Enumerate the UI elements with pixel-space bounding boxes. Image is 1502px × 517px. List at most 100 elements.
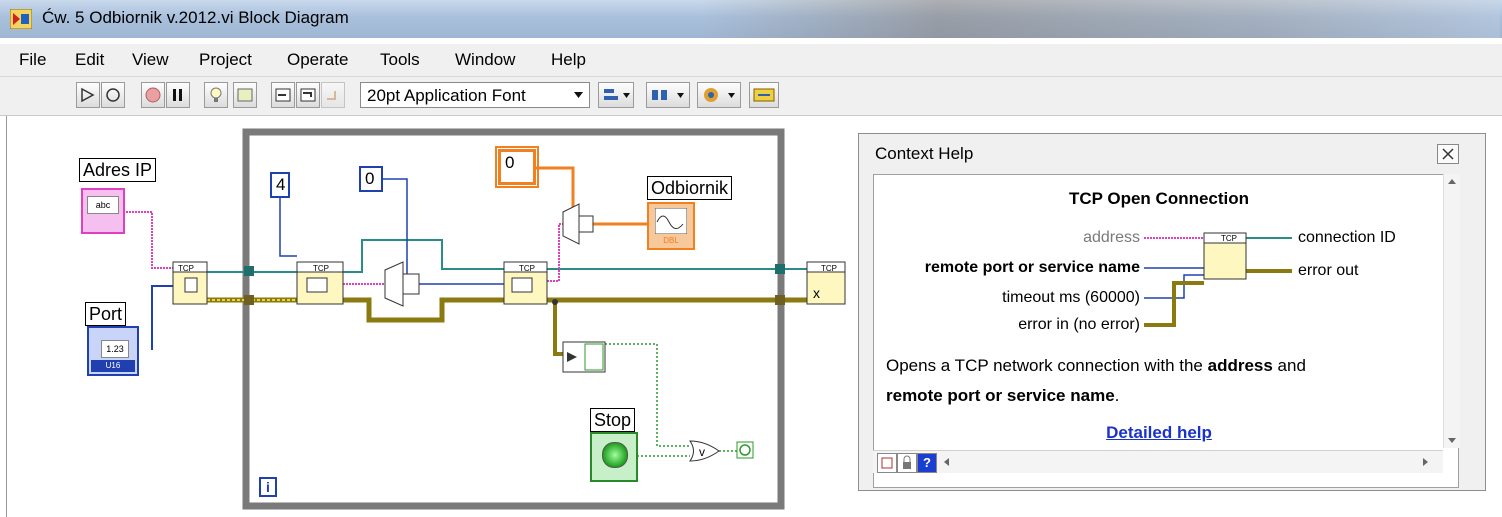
reorder-icon	[704, 88, 735, 102]
abort-button[interactable]	[141, 82, 165, 108]
run-button[interactable]	[76, 82, 100, 108]
step-out-button[interactable]	[321, 82, 345, 108]
close-button[interactable]	[1437, 144, 1459, 164]
context-help-title: Context Help	[875, 144, 974, 163]
scroll-right-icon[interactable]	[1421, 455, 1431, 469]
lock-icon	[903, 455, 911, 469]
close-icon	[1442, 148, 1454, 160]
run-arrow-icon	[81, 87, 95, 103]
title-bar: Ćw. 5 Odbiornik v.2012.vi Block Diagram	[0, 0, 1502, 38]
connection-id-wire-2	[343, 239, 504, 273]
tcp-open-connection-node[interactable]: TCP	[172, 261, 208, 305]
distribute-objects-icon	[652, 90, 684, 100]
menu-file[interactable]: File	[19, 50, 46, 70]
distribute-objects-button[interactable]	[646, 82, 690, 108]
or-gate[interactable]: v	[689, 440, 720, 462]
type-cast-node-2[interactable]	[562, 203, 594, 245]
stop-label: Stop	[590, 408, 636, 432]
menu-window[interactable]: Window	[455, 50, 515, 70]
context-help-window: Context Help TCP Open Connection TCP add…	[858, 133, 1486, 491]
step-into-icon	[275, 88, 291, 102]
step-over-button[interactable]	[296, 82, 320, 108]
loop-condition-terminal[interactable]	[736, 441, 754, 459]
run-continuously-icon	[106, 88, 120, 102]
clean-up-icon	[753, 88, 775, 102]
svg-text:TCP: TCP	[178, 264, 194, 273]
hide-optional-terminals-button[interactable]	[877, 453, 897, 473]
numeric-type-icon: 1.23	[101, 340, 129, 358]
clean-up-diagram-button[interactable]	[749, 82, 779, 108]
error-tunnel-left[interactable]	[244, 295, 254, 305]
svg-text:x: x	[813, 285, 820, 301]
light-bulb-icon	[210, 87, 222, 102]
unbundle-error-status-node[interactable]	[562, 341, 606, 373]
adres-ip-label: Adres IP	[79, 158, 157, 182]
font-selector[interactable]: 20pt Application Font	[360, 82, 590, 108]
odbiornik-waveform-chart-indicator[interactable]: DBL	[647, 202, 695, 250]
term-error-out: error out	[1298, 262, 1359, 279]
string-type-icon: abc	[87, 196, 119, 214]
adres-ip-string-control[interactable]: abc	[81, 188, 125, 234]
conn-id-tunnel-right[interactable]	[775, 264, 785, 274]
step-over-icon	[300, 88, 316, 102]
context-help-footer: ?	[873, 450, 1443, 473]
scroll-arrows-icon	[1448, 179, 1456, 443]
error-wire-junction	[552, 299, 558, 305]
retain-values-icon	[237, 88, 253, 102]
data-out-wire	[547, 223, 563, 282]
waveform-chart-icon	[655, 208, 687, 234]
menu-help[interactable]: Help	[551, 50, 586, 70]
port-representation: U16	[91, 360, 135, 372]
type-cast-node[interactable]	[384, 261, 420, 307]
step-into-button[interactable]	[271, 82, 295, 108]
error-wire-branch	[553, 300, 563, 356]
constant-0-timeout[interactable]: 0	[359, 166, 383, 192]
labview-block-diagram-icon	[10, 9, 32, 29]
detailed-help-link[interactable]: Detailed help	[874, 423, 1444, 443]
bytes-to-read-wire	[279, 196, 297, 257]
tcp-write-node[interactable]: TCP	[296, 261, 344, 305]
constant-4[interactable]: 4	[270, 172, 290, 198]
toolbar: 20pt Application Font	[0, 77, 1502, 116]
address-wire	[123, 211, 175, 269]
error-wire-2	[343, 297, 504, 323]
menu-project[interactable]: Project	[199, 50, 252, 70]
vertical-scrollbar[interactable]	[1443, 174, 1460, 448]
svg-text:TCP: TCP	[313, 264, 329, 273]
odbiornik-label: Odbiornik	[647, 176, 733, 200]
menu-operate[interactable]: Operate	[287, 50, 348, 70]
highlight-execution-button[interactable]	[204, 82, 228, 108]
help-button[interactable]: ?	[917, 453, 937, 473]
constant-0-orange[interactable]: 0	[495, 146, 539, 188]
menu-tools[interactable]: Tools	[380, 50, 420, 70]
menu-edit[interactable]: Edit	[75, 50, 104, 70]
align-objects-icon	[604, 89, 630, 100]
window-title: Ćw. 5 Odbiornik v.2012.vi Block Diagram	[42, 8, 349, 27]
term-timeout: timeout ms (60000)	[1002, 289, 1140, 306]
svg-text:v: v	[699, 445, 705, 459]
align-objects-button[interactable]	[598, 82, 634, 108]
tcp-close-connection-node[interactable]: TCP x	[806, 261, 846, 305]
term-error-in: error in (no error)	[1018, 316, 1140, 333]
scroll-left-icon[interactable]	[941, 455, 951, 469]
pause-icon	[173, 89, 182, 101]
error-tunnel-right[interactable]	[775, 295, 785, 305]
context-help-content: TCP Open Connection TCP address remote p…	[873, 174, 1459, 488]
terminals-icon	[881, 457, 893, 469]
port-numeric-control[interactable]: 1.23 U16	[87, 326, 139, 376]
tcp-read-node[interactable]: TCP	[503, 261, 548, 305]
retain-wire-values-button[interactable]	[233, 82, 257, 108]
svg-text:TCP: TCP	[821, 264, 837, 273]
run-continuously-button[interactable]	[101, 82, 125, 108]
conn-id-tunnel-left[interactable]	[244, 266, 254, 276]
font-selector-value: 20pt Application Font	[367, 86, 526, 105]
lock-button[interactable]	[897, 453, 917, 473]
stop-button-control[interactable]	[590, 432, 638, 482]
step-out-icon	[327, 91, 336, 100]
pause-button[interactable]	[166, 82, 190, 108]
menu-view[interactable]: View	[132, 50, 169, 70]
loop-index-label: i	[266, 479, 270, 495]
reorder-button[interactable]	[697, 82, 741, 108]
menu-bar: File Edit View Project Operate Tools Win…	[0, 44, 1502, 77]
term-address: address	[1083, 229, 1140, 246]
